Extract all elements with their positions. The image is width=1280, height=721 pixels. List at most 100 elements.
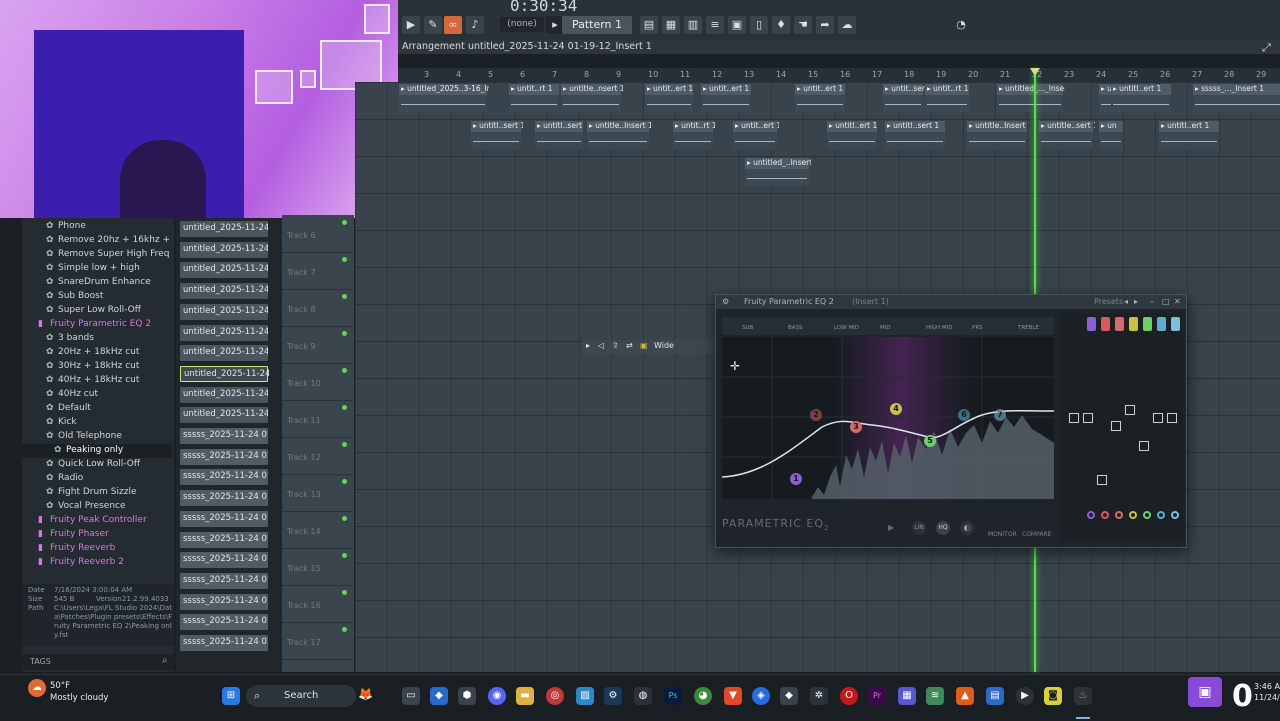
playlist-clip[interactable]: ▸ untit..rt 1 (509, 84, 559, 112)
browser-item[interactable]: ✿ Remove Super High Freq (22, 248, 172, 262)
track-mute-led[interactable] (342, 627, 347, 632)
picker-item[interactable]: untitled_2025-11-24 01-… (180, 345, 268, 362)
picker-item[interactable]: sssss_2025-11-24 01-2… (180, 469, 268, 486)
playlist-clip[interactable]: ▸ untitled_..Insert 1 (745, 158, 811, 186)
band-shape-knob[interactable] (1171, 511, 1179, 519)
fl-studio-icon[interactable]: ♨ (1074, 687, 1092, 705)
picker-item[interactable]: sssss_2025-11-24 01-3… (180, 593, 268, 610)
browser-item[interactable]: ✿ Peaking only (22, 444, 172, 458)
steam-icon[interactable]: ⚙ (604, 687, 622, 705)
playlist-clip[interactable]: ▸ untitle..nsert 1 (561, 84, 623, 112)
playlist-clip[interactable]: ▸ sssss_..._Insert 1 (1193, 84, 1280, 112)
piano-roll-icon[interactable]: ▦ (662, 16, 680, 34)
track-header[interactable]: Track 15 (282, 548, 352, 586)
band-level-fader[interactable] (1097, 475, 1107, 485)
gear-icon[interactable]: ✲ (810, 687, 828, 705)
ubisoft-icon[interactable]: ◍ (634, 687, 652, 705)
playlist-clip[interactable]: ▸ untitle..Insert 1 (587, 121, 651, 149)
picker-item[interactable]: sssss_2025-11-24 01-3… (180, 614, 268, 631)
browser-item[interactable]: ✿ Super Low Roll-Off (22, 304, 172, 318)
picker-item[interactable]: untitled_2025-11-24 01-… (180, 283, 268, 300)
export-icon[interactable]: ➦ (816, 16, 834, 34)
picker-item[interactable]: sssss_2025-11-24 01-2… (180, 510, 268, 527)
playlist-clip[interactable]: ▸ untitled_2025..3-16_Insert 1 (399, 84, 489, 112)
track-mute-led[interactable] (342, 294, 347, 299)
snap-selector[interactable]: (none) (500, 17, 544, 32)
track-mute-led[interactable] (342, 442, 347, 447)
track-header[interactable]: Track 10 (282, 363, 352, 401)
playlist-clip[interactable]: ▸ untitle..Insert 1 (967, 121, 1029, 149)
play-icon[interactable]: ▶ (402, 16, 420, 34)
premiere-icon[interactable]: Pr (868, 687, 886, 705)
band-color-swatch[interactable] (1129, 317, 1138, 331)
browser-item[interactable]: ✿ Quick Low Roll-Off (22, 458, 172, 472)
track-mute-led[interactable] (342, 331, 347, 336)
plugin-icon[interactable]: ♦ (772, 16, 790, 34)
browser-item[interactable]: ✿ Fight Drum Sizzle (22, 486, 172, 500)
browser-item[interactable]: ▮ Fruity Peak Controller (22, 514, 172, 528)
picker-item[interactable]: sssss_2025-11-24 01-2… (180, 490, 268, 507)
brave-icon[interactable]: ▼ (724, 687, 742, 705)
playlist-clip[interactable]: ▸ un (1099, 121, 1123, 149)
track-mute-led[interactable] (342, 257, 347, 262)
browser-item[interactable]: ▮ Fruity Parametric EQ 2 (22, 318, 172, 332)
app-icon[interactable]: ◆ (780, 687, 798, 705)
knob-icon[interactable]: ◐ (960, 521, 974, 535)
track-mute-led[interactable] (342, 220, 347, 225)
track-header[interactable]: Track 11 (282, 400, 352, 438)
media-icon[interactable]: ▶ (1016, 687, 1034, 705)
restore-icon[interactable]: □ (1162, 297, 1170, 306)
playlist-clip[interactable]: ▸ untitl..ert 1 (1159, 121, 1219, 149)
track-header[interactable]: Track 16 (282, 585, 352, 623)
copilot-icon[interactable]: ◆ (430, 687, 448, 705)
obs-icon[interactable]: ◎ (546, 687, 564, 705)
notification-count[interactable]: 0 (1232, 675, 1253, 719)
start-icon[interactable]: ⊞ (222, 687, 240, 705)
speaker-icon[interactable]: ◁ (598, 341, 604, 350)
playhead-marker-icon[interactable] (1030, 68, 1040, 76)
track-mute-led[interactable] (342, 516, 347, 521)
opera-icon[interactable]: O (840, 687, 858, 705)
band-level-fader[interactable] (1167, 413, 1177, 423)
eq-band-node[interactable]: 5 (924, 435, 936, 447)
eq-titlebar[interactable]: ⚙ Fruity Parametric EQ 2 (Insert 1) Pres… (716, 295, 1186, 309)
playlist-clip[interactable]: ▸ untit..rt 1 (925, 84, 969, 112)
picker-item[interactable]: sssss_2025-11-24 01-2… (180, 428, 268, 444)
picker-item[interactable]: untitled_2025-11-24 01-… (180, 241, 268, 258)
track-header[interactable]: Track 17 (282, 622, 352, 660)
picker-item[interactable]: untitled_2025-11-24 01-… (180, 407, 268, 424)
browser-item[interactable]: ▮ Fruity Reeverb (22, 542, 172, 556)
playlist-clip[interactable]: ▸ untitle..sert 1 (1039, 121, 1095, 149)
band-level-fader[interactable] (1153, 413, 1163, 423)
eq-frequency-graph[interactable]: 1 2 3 4 5 6 7 (722, 337, 1054, 499)
browser-item[interactable]: ✿ 40Hz + 18kHz cut (22, 374, 172, 388)
band-color-swatch[interactable] (1157, 317, 1166, 331)
cloud-icon[interactable]: ☁ (838, 16, 856, 34)
picker-item[interactable]: sssss_2025-11-24 01-2… (180, 552, 268, 569)
browser-item[interactable]: ✿ Default (22, 402, 172, 416)
playlist-clip[interactable]: ▸ untit..ert 1 (701, 84, 751, 112)
eq-band-node[interactable]: 6 (958, 409, 970, 421)
track-header[interactable]: Track 6 (282, 215, 352, 253)
arrow-icon[interactable]: ▸ (586, 341, 590, 350)
band-shape-knob[interactable] (1101, 511, 1109, 519)
browser-icon[interactable]: ▯ (750, 16, 768, 34)
track-mute-led[interactable] (342, 405, 347, 410)
gear-icon[interactable]: ⚙ (722, 297, 729, 306)
browser-item[interactable]: ▮ Fruity Phaser (22, 528, 172, 542)
browser-item[interactable]: ✿ 30Hz + 18kHz cut (22, 360, 172, 374)
playlist-clip[interactable]: ▸ untitl..sert 1 (885, 121, 945, 149)
browser-item[interactable]: ✿ Kick (22, 416, 172, 430)
tags-bar[interactable]: TAGS ⌕ (22, 654, 174, 670)
browser-item[interactable]: ✿ Simple low + high (22, 262, 172, 276)
photos-icon[interactable]: ▨ (576, 687, 594, 705)
browser-item[interactable]: ✿ SnareDrum Enhance (22, 276, 172, 290)
playlist-clip[interactable]: ▸ untitl..sert 1 (535, 121, 585, 149)
browser-item[interactable]: ✿ Vocal Presence (22, 500, 172, 514)
playlist-clip[interactable]: ▸ untitl..sert 1 (471, 121, 523, 149)
track-mute-led[interactable] (342, 553, 347, 558)
track-header[interactable]: Track 7 (282, 252, 352, 290)
track-mute-led[interactable] (342, 368, 347, 373)
photoshop-icon[interactable]: Ps (664, 687, 682, 705)
monitor-label[interactable]: MONITOR (988, 531, 1017, 538)
